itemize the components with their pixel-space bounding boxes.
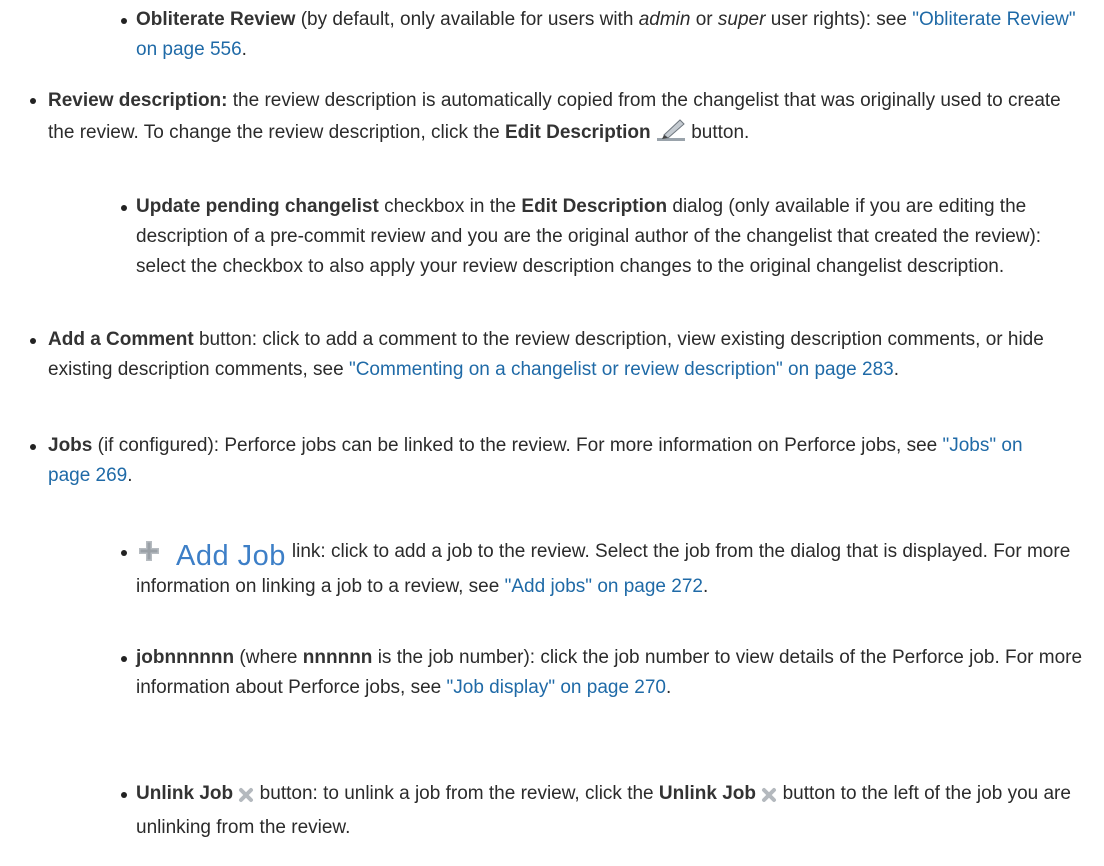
add-job-link-icon[interactable]: Add Job	[138, 540, 286, 572]
bullet	[121, 656, 127, 662]
list-item-jobs: Jobs (if configured): Perforce jobs can …	[48, 435, 1023, 486]
list-item-obliterate: Obliterate Review (by default, only avai…	[136, 9, 1076, 60]
add-jobs-link[interactable]: "Add jobs" on page 272	[505, 576, 703, 597]
job-display-link[interactable]: "Job display" on page 270	[447, 677, 666, 698]
item-title: Update pending changelist	[136, 196, 379, 217]
bullet	[121, 792, 127, 798]
list-item-review-description: Review description: the review descripti…	[48, 85, 1068, 153]
edit-description-label: Edit Description	[504, 122, 651, 143]
commenting-link[interactable]: "Commenting on a changelist or review de…	[349, 359, 894, 380]
add-job-label: Add Job	[176, 540, 286, 572]
list-item-jobnnn: jobnnnnnn (where nnnnnn is the job numbe…	[136, 647, 1083, 698]
item-title: Obliterate Review	[136, 9, 296, 30]
plus-icon	[138, 540, 160, 572]
close-x-icon[interactable]	[761, 783, 777, 813]
list-item-add-comment: Add a Comment button: click to add a com…	[48, 329, 1044, 380]
bullet	[30, 444, 36, 450]
document-page: Obliterate Review (by default, only avai…	[0, 0, 1104, 866]
bullet	[121, 550, 127, 556]
list-item-unlink-job: Unlink Job button: to unlink a job from …	[136, 783, 1071, 838]
item-title: Add a Comment	[48, 329, 194, 350]
bullet	[121, 18, 127, 24]
bullet	[30, 338, 36, 344]
item-title: Unlink Job	[136, 783, 234, 804]
item-title: Jobs	[48, 435, 93, 456]
pencil-icon[interactable]	[656, 118, 686, 153]
list-item-update-pending: Update pending changelist checkbox in th…	[136, 196, 1042, 277]
item-title: jobnnnnnn	[136, 647, 235, 668]
bullet	[121, 205, 127, 211]
bullet	[30, 98, 36, 104]
close-x-icon[interactable]	[238, 783, 254, 813]
list-item-add-job: Add Job link: click to add a job to the …	[136, 540, 1071, 597]
item-title: Review description:	[48, 90, 228, 111]
